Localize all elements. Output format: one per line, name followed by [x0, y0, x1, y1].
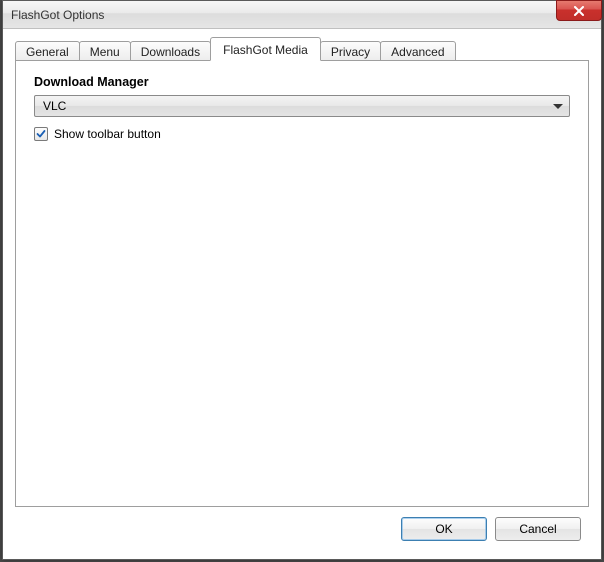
- download-manager-label: Download Manager: [34, 75, 570, 89]
- tab-privacy[interactable]: Privacy: [320, 41, 381, 61]
- show-toolbar-button-checkbox[interactable]: [34, 127, 48, 141]
- download-manager-dropdown[interactable]: VLC: [34, 95, 570, 117]
- tabstrip: General Menu Downloads FlashGot Media Pr…: [11, 37, 593, 61]
- tab-general[interactable]: General: [15, 41, 80, 61]
- close-icon: [573, 6, 585, 16]
- tab-panel-flashgot-media: Download Manager VLC Show toolbar button: [15, 60, 589, 507]
- options-dialog: FlashGot Options General Menu Downloads …: [2, 0, 602, 560]
- client-area: General Menu Downloads FlashGot Media Pr…: [11, 37, 593, 551]
- tab-flashgot-media[interactable]: FlashGot Media: [210, 37, 321, 61]
- dialog-buttons: OK Cancel: [401, 517, 581, 541]
- ok-button[interactable]: OK: [401, 517, 487, 541]
- show-toolbar-button-label: Show toolbar button: [54, 127, 161, 141]
- chevron-down-icon: [553, 104, 563, 109]
- window-title: FlashGot Options: [3, 8, 104, 22]
- checkmark-icon: [36, 129, 46, 139]
- close-button[interactable]: [556, 0, 602, 21]
- tab-downloads[interactable]: Downloads: [130, 41, 211, 61]
- tab-advanced[interactable]: Advanced: [380, 41, 455, 61]
- cancel-button[interactable]: Cancel: [495, 517, 581, 541]
- dropdown-value: VLC: [43, 99, 66, 113]
- titlebar[interactable]: FlashGot Options: [3, 1, 601, 29]
- show-toolbar-button-row: Show toolbar button: [34, 127, 570, 141]
- tab-menu[interactable]: Menu: [79, 41, 131, 61]
